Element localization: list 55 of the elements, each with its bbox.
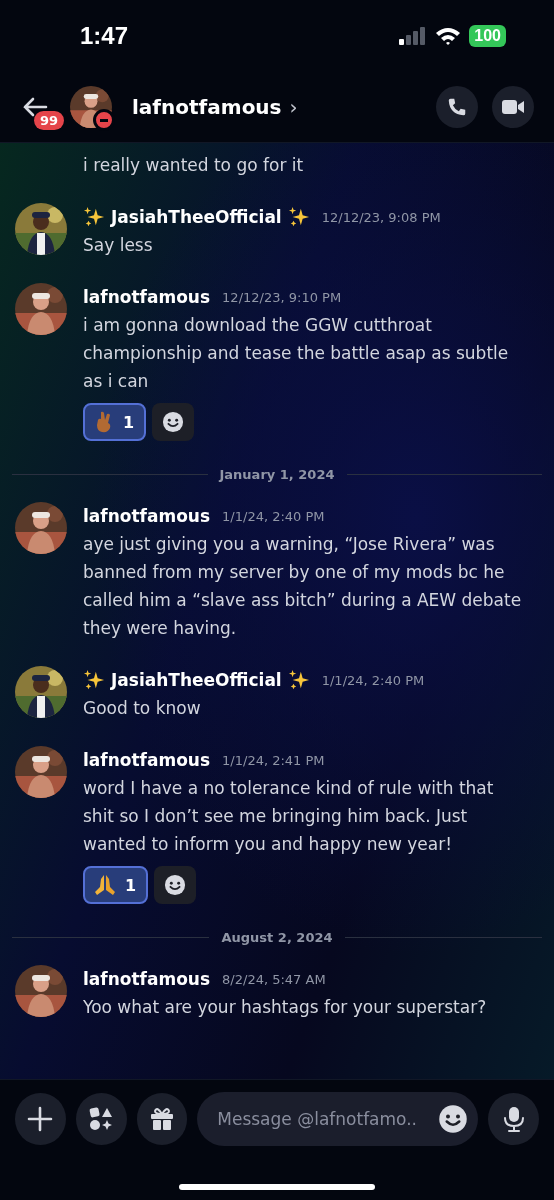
- plus-icon: [27, 1106, 54, 1132]
- sparkles-icon: [83, 206, 105, 228]
- author-name[interactable]: JasiahTheeOfficial: [111, 207, 282, 227]
- message-text: word I have a no tolerance kind of rule with that shit so I don’t see me bringing him back. Just wanted to inform you and happy new year!: [83, 777, 495, 856]
- apps-button[interactable]: [75, 1093, 127, 1145]
- shapes-icon: [88, 1106, 115, 1132]
- message-text: aye just giving you a warning, “Jose Rivera” was banned from my server by one of my mods bc he called him a “slave ass bitch” during a AEW debate they were having.: [83, 533, 523, 640]
- author-name[interactable]: lafnotfamous: [83, 750, 211, 770]
- timestamp: 1/1/24, 2:40 PM: [321, 672, 425, 688]
- message-text: i really wanted to go for it: [83, 154, 304, 177]
- author-name[interactable]: lafnotfamous: [83, 287, 211, 307]
- battery-level: 100: [469, 25, 506, 47]
- praying-hands-icon: [93, 873, 117, 897]
- message-text: i am gonna download the GGW cutthroat championship and tease the battle asap as subtle as i can: [83, 314, 510, 393]
- phone-icon: [446, 96, 468, 118]
- sparkles-icon: [287, 669, 310, 691]
- do-not-disturb-icon: [93, 109, 115, 131]
- video-button[interactable]: [492, 86, 534, 128]
- author-name[interactable]: JasiahTheeOfficial: [111, 670, 282, 690]
- wifi-icon: [435, 26, 462, 46]
- emoji-icon: [438, 1104, 469, 1134]
- add-button[interactable]: [15, 1093, 66, 1145]
- smiley-icon: [162, 411, 185, 433]
- date-divider: August 2, 2024: [221, 930, 333, 945]
- timestamp: 12/12/23, 9:10 PM: [222, 289, 342, 305]
- author-name[interactable]: lafnotfamous: [83, 506, 211, 526]
- timestamp: 1/1/24, 2:40 PM: [222, 508, 325, 524]
- add-reaction-button[interactable]: [154, 866, 197, 904]
- back-arrow-icon[interactable]: [22, 96, 48, 118]
- add-reaction-button[interactable]: [152, 403, 195, 441]
- timestamp: 12/12/23, 9:08 PM: [321, 209, 441, 225]
- sparkles-icon: [83, 669, 105, 691]
- smiley-icon: [164, 874, 187, 896]
- message-text: Good to know: [83, 697, 202, 720]
- call-button[interactable]: [436, 86, 478, 128]
- status-time: 1:47: [80, 22, 129, 50]
- sparkles-icon: [287, 206, 310, 228]
- message-text: Yoo what are your hashtags for your superstar?: [83, 996, 487, 1019]
- message-bar[interactable]: Message @lafnotfamo..: [197, 1092, 479, 1146]
- unread-badge: 99: [34, 111, 65, 130]
- chevron-icon: ›: [289, 95, 298, 119]
- gift-icon: [148, 1106, 175, 1132]
- microphone-icon: [502, 1106, 525, 1132]
- video-camera-icon: [501, 97, 525, 117]
- message-field[interactable]: Message @lafnotfamo..: [215, 1108, 439, 1130]
- timestamp: 8/2/24, 5:47 AM: [222, 971, 326, 987]
- signal-icon: [399, 27, 428, 45]
- microphone-button[interactable]: [488, 1093, 539, 1145]
- author-name[interactable]: lafnotfamous: [83, 969, 211, 989]
- chat-title[interactable]: lafnotfamous: [132, 95, 282, 119]
- reaction-button[interactable]: 1: [83, 403, 147, 441]
- message-text: Say less: [83, 234, 154, 257]
- date-divider: January 1, 2024: [219, 467, 335, 482]
- timestamp: 1/1/24, 2:41 PM: [222, 752, 325, 768]
- reaction-button[interactable]: 1: [83, 866, 149, 904]
